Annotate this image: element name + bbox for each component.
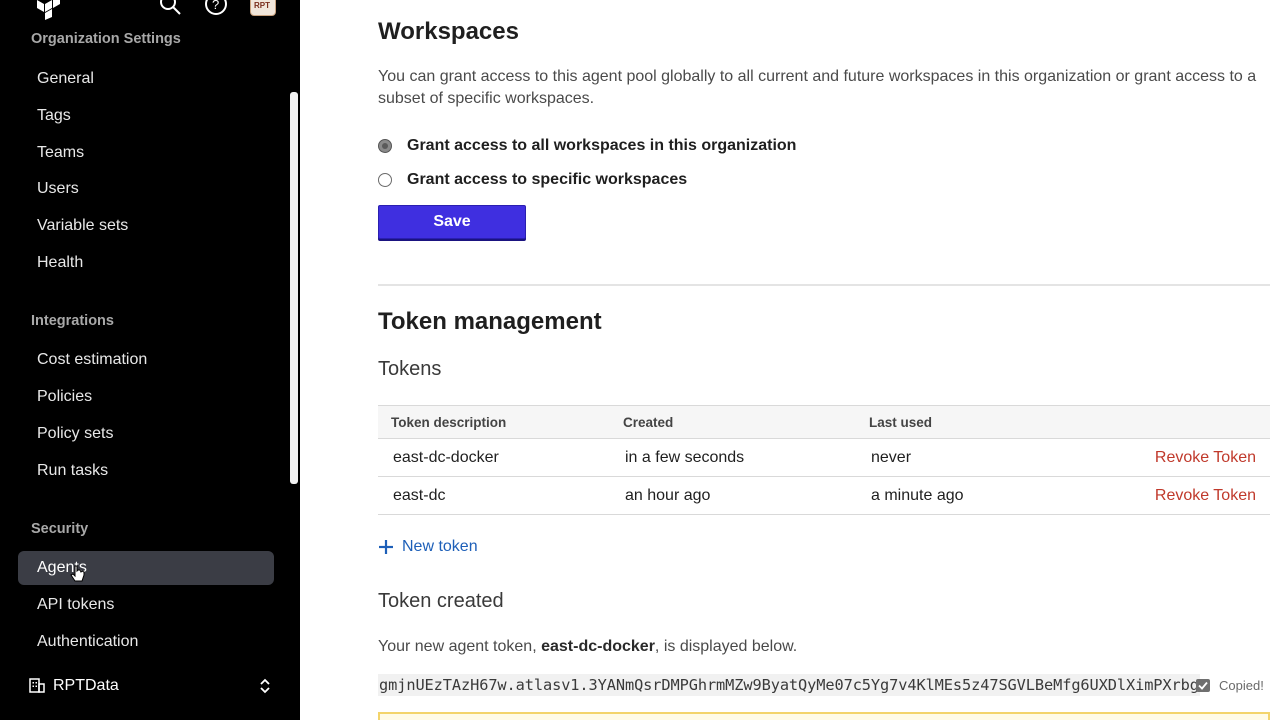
sidebar-item-run-tasks[interactable]: Run tasks: [18, 454, 274, 488]
tokens-table-header: Token description Created Last used: [378, 405, 1270, 439]
new-token-label[interactable]: New token: [402, 538, 478, 556]
chevron-up-down-icon: [260, 678, 270, 694]
token-last-used: never: [871, 449, 912, 466]
token-created-description: Your new agent token, east-dc-docker, is…: [378, 638, 797, 656]
main-content: Workspaces You can grant access to this …: [300, 0, 1280, 720]
token-management-heading: Token management: [378, 308, 602, 335]
group-label-organization-settings: Organization Settings: [31, 31, 181, 47]
token-created: in a few seconds: [625, 449, 745, 466]
svg-text:?: ?: [212, 0, 219, 12]
sidebar-item-policy-sets[interactable]: Policy sets: [18, 417, 274, 451]
sidebar-item-health[interactable]: Health: [18, 246, 274, 280]
radio-option-all-workspaces[interactable]: Grant access to all workspaces in this o…: [378, 134, 796, 158]
search-icon[interactable]: [158, 0, 182, 16]
created-prefix: Your new agent token,: [378, 638, 542, 655]
copied-label: Copied!: [1219, 677, 1264, 693]
revoke-token-button[interactable]: Revoke Token: [1155, 477, 1256, 515]
sidebar-item-cost-estimation[interactable]: Cost estimation: [18, 343, 274, 377]
token-description: east-dc-docker: [393, 449, 499, 466]
token-value[interactable]: gmjnUEzTAzH67w.atlasv1.3YANmQsrDMPGhrmMZ…: [378, 674, 1200, 696]
tokens-subheading: Tokens: [378, 358, 442, 380]
sidebar-item-policies[interactable]: Policies: [18, 380, 274, 414]
sidebar-item-teams[interactable]: Teams: [18, 136, 274, 170]
group-label-security: Security: [31, 521, 89, 537]
sidebar-item-general[interactable]: General: [18, 62, 274, 96]
radio-all-workspaces-label[interactable]: Grant access to all workspaces in this o…: [407, 137, 796, 155]
hand-cursor-icon: [70, 565, 85, 582]
column-header-description: Token description: [391, 415, 507, 430]
column-header-last-used: Last used: [869, 415, 933, 430]
token-description: east-dc: [393, 487, 446, 504]
table-row: east-dc an hour ago a minute ago Revoke …: [378, 477, 1270, 515]
help-icon[interactable]: ?: [204, 0, 228, 16]
sidebar-item-authentication[interactable]: Authentication: [18, 625, 274, 659]
section-divider: [378, 284, 1270, 286]
building-icon: [29, 678, 45, 693]
user-avatar[interactable]: RPT: [250, 0, 276, 16]
tokens-table: Token description Created Last used east…: [378, 405, 1270, 515]
copy-token-button[interactable]: Copied!: [1195, 677, 1264, 693]
sidebar-header: ? RPT: [0, 0, 300, 20]
column-header-created: Created: [623, 415, 674, 430]
sidebar-item-agents[interactable]: Agents: [18, 551, 274, 585]
token-last-used: a minute ago: [871, 487, 964, 504]
created-suffix: , is displayed below.: [654, 638, 798, 655]
terraform-logo-icon[interactable]: [37, 0, 61, 20]
table-row: east-dc-docker in a few seconds never Re…: [378, 439, 1270, 477]
radio-all-workspaces[interactable]: [378, 139, 392, 153]
workspaces-description: You can grant access to this agent pool …: [378, 68, 1257, 107]
organization-switcher[interactable]: RPTData: [18, 668, 282, 704]
save-button[interactable]: Save: [378, 205, 526, 239]
radio-specific-workspaces[interactable]: [378, 173, 392, 187]
token-created-heading: Token created: [378, 590, 504, 612]
sidebar-item-tags[interactable]: Tags: [18, 99, 274, 133]
organization-name: RPTData: [53, 677, 119, 694]
sidebar-scrollbar[interactable]: [290, 92, 298, 484]
sidebar: ? RPT Organization Settings General Tags…: [0, 0, 300, 720]
warning-callout: [378, 712, 1270, 720]
plus-icon: [379, 540, 393, 554]
new-token-button[interactable]: New token: [378, 538, 478, 556]
group-label-integrations: Integrations: [31, 313, 114, 329]
sidebar-item-api-tokens[interactable]: API tokens: [18, 588, 274, 622]
token-created: an hour ago: [625, 487, 711, 504]
clipboard-check-icon: [1196, 679, 1210, 692]
radio-specific-workspaces-label[interactable]: Grant access to specific workspaces: [407, 171, 687, 189]
avatar-text: RPT: [254, 1, 270, 10]
radio-option-specific-workspaces[interactable]: Grant access to specific workspaces: [378, 168, 687, 192]
sidebar-item-users[interactable]: Users: [18, 172, 274, 206]
sidebar-item-variable-sets[interactable]: Variable sets: [18, 209, 274, 243]
workspaces-heading: Workspaces: [378, 18, 519, 45]
revoke-token-button[interactable]: Revoke Token: [1155, 439, 1256, 477]
created-token-name: east-dc-docker: [541, 638, 655, 655]
